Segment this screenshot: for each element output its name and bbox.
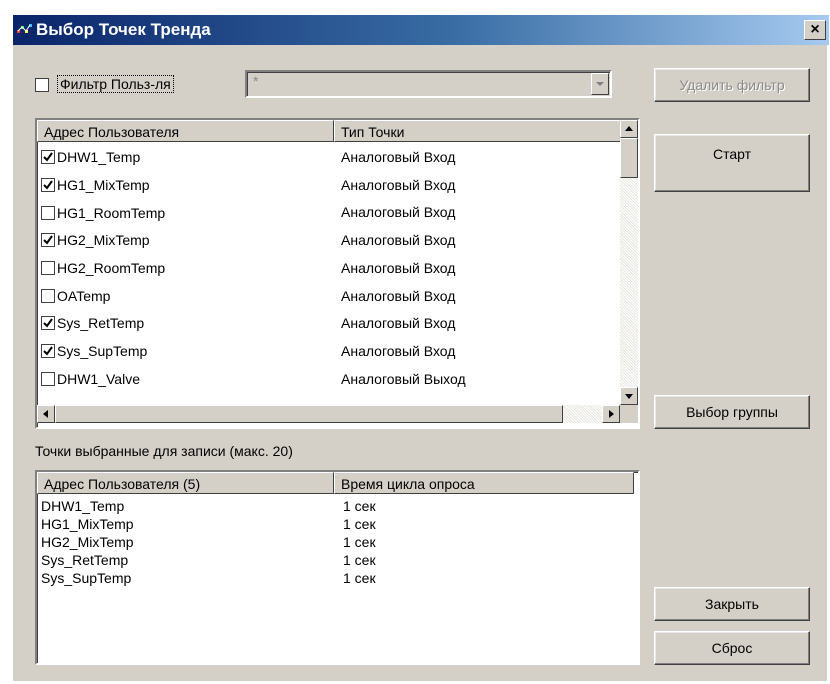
point-type: Аналоговый Вход bbox=[341, 315, 456, 332]
point-type: Аналоговый Вход bbox=[341, 259, 456, 276]
point-name: DHW1_Valve bbox=[57, 370, 140, 387]
selected-point-name: HG1_MixTemp bbox=[41, 516, 134, 532]
scroll-down-icon[interactable] bbox=[620, 387, 638, 405]
point-name-cell: HG2_MixTemp bbox=[41, 231, 150, 248]
point-checkbox[interactable] bbox=[41, 177, 55, 192]
window-title: Выбор Точек Тренда bbox=[36, 20, 211, 39]
list-item[interactable]: HG2_RoomTemp Аналоговый Вход bbox=[37, 255, 607, 281]
column-header-address[interactable]: Адрес Пользователя bbox=[37, 120, 334, 142]
point-name-cell: Sys_RetTemp bbox=[41, 314, 144, 331]
column-header-poll-cycle[interactable]: Время цикла опроса bbox=[334, 472, 634, 494]
point-name: HG2_MixTemp bbox=[57, 232, 150, 249]
title-bar: Выбор Точек Тренда × bbox=[13, 15, 829, 45]
points-list-viewport: Адрес Пользователя Тип Точки DHW1_Temp Ан… bbox=[37, 120, 620, 405]
chevron-down-icon[interactable] bbox=[591, 73, 609, 95]
point-type: Аналоговый Вход bbox=[341, 149, 456, 165]
point-name-cell: OATemp bbox=[41, 287, 110, 304]
filter-checkbox[interactable] bbox=[35, 78, 49, 92]
point-name-cell: HG1_RoomTemp bbox=[41, 203, 166, 221]
selected-points-caption: Точки выбранные для записи (макс. 20) bbox=[35, 443, 293, 459]
point-type: Аналоговый Вход bbox=[341, 232, 456, 249]
scrollbar-corner bbox=[620, 405, 638, 423]
selected-point-cycle: 1 сек bbox=[343, 516, 376, 532]
filter-value: * bbox=[253, 73, 259, 89]
point-type: Аналоговый Вход bbox=[341, 342, 456, 359]
point-checkbox[interactable] bbox=[41, 150, 55, 165]
point-name-cell: DHW1_Valve bbox=[41, 370, 140, 387]
table-row[interactable]: DHW1_Temp 1 сек bbox=[41, 498, 376, 514]
trend-points-dialog: Выбор Точек Тренда × Фильтр Польз-ля * У… bbox=[12, 14, 829, 682]
filter-combobox[interactable]: * bbox=[245, 70, 612, 98]
selected-point-name: Sys_SupTemp bbox=[41, 570, 132, 586]
close-button[interactable]: Закрыть bbox=[654, 587, 810, 621]
table-row[interactable]: HG2_MixTemp 1 сек bbox=[41, 534, 376, 550]
point-name: HG1_MixTemp bbox=[57, 176, 150, 193]
points-list[interactable]: Адрес Пользователя Тип Точки DHW1_Temp Ан… bbox=[35, 118, 640, 429]
point-type: Аналоговый Вход bbox=[341, 204, 456, 221]
selected-point-cycle: 1 сек bbox=[343, 552, 376, 568]
point-type: Аналоговый Вход bbox=[341, 287, 456, 304]
scroll-right-icon[interactable] bbox=[602, 405, 620, 423]
group-select-button[interactable]: Выбор группы bbox=[654, 395, 810, 429]
list-item[interactable]: OATemp Аналоговый Вход bbox=[37, 283, 607, 309]
point-checkbox[interactable] bbox=[41, 344, 55, 359]
start-button-label: Старт bbox=[712, 146, 752, 162]
reset-button[interactable]: Сброс bbox=[654, 631, 810, 665]
point-name: Sys_RetTemp bbox=[57, 315, 145, 332]
point-checkbox[interactable] bbox=[41, 233, 55, 248]
point-name-cell: Sys_SupTemp bbox=[41, 342, 147, 359]
list-item[interactable]: DHW1_Valve Аналоговый Выход bbox=[37, 366, 607, 392]
list-item[interactable]: HG1_RoomTemp Аналоговый Вход bbox=[37, 199, 607, 225]
selected-point-name: Sys_RetTemp bbox=[41, 552, 129, 568]
group-select-label: Выбор группы bbox=[686, 404, 778, 420]
point-checkbox[interactable] bbox=[41, 371, 55, 386]
list-item[interactable]: HG2_MixTemp Аналоговый Вход bbox=[37, 227, 607, 253]
vertical-scroll-thumb[interactable] bbox=[620, 138, 638, 178]
point-name: HG2_RoomTemp bbox=[57, 260, 166, 277]
point-name: OATemp bbox=[57, 287, 111, 304]
table-row[interactable]: Sys_RetTemp 1 сек bbox=[41, 552, 376, 568]
point-name-cell: HG2_RoomTemp bbox=[41, 259, 165, 276]
selected-point-name: DHW1_Temp bbox=[41, 498, 125, 514]
point-name-cell: DHW1_Temp bbox=[41, 148, 140, 165]
point-name: HG1_RoomTemp bbox=[57, 204, 166, 221]
horizontal-scroll-thumb[interactable] bbox=[55, 405, 563, 423]
list-item[interactable]: DHW1_Temp Аналоговый Вход bbox=[37, 144, 607, 170]
point-checkbox[interactable] bbox=[41, 205, 55, 220]
table-row[interactable]: HG1_MixTemp 1 сек bbox=[41, 516, 376, 532]
scroll-up-icon[interactable] bbox=[620, 120, 638, 138]
close-icon[interactable]: × bbox=[804, 20, 826, 40]
scroll-left-icon[interactable] bbox=[37, 405, 55, 423]
app-icon bbox=[17, 22, 33, 38]
selected-point-cycle: 1 сек bbox=[343, 498, 376, 514]
list-item[interactable]: HG1_MixTemp Аналоговый Вход bbox=[37, 172, 607, 198]
selected-point-name: HG2_MixTemp bbox=[41, 534, 134, 550]
column-header-type[interactable]: Тип Точки bbox=[334, 120, 620, 142]
point-checkbox[interactable] bbox=[41, 261, 55, 276]
start-button[interactable]: Старт bbox=[654, 134, 810, 192]
list-item[interactable]: Sys_RetTemp Аналоговый Вход bbox=[37, 310, 607, 336]
list-item[interactable]: Sys_SupTemp Аналоговый Вход bbox=[37, 338, 607, 364]
point-type: Аналоговый Вход bbox=[341, 176, 456, 193]
selected-point-cycle: 1 сек bbox=[343, 570, 376, 586]
point-checkbox[interactable] bbox=[41, 316, 55, 331]
selected-point-cycle: 1 сек bbox=[343, 534, 376, 550]
reset-button-label: Сброс bbox=[711, 640, 753, 656]
point-name: Sys_SupTemp bbox=[57, 343, 148, 360]
close-button-label: Закрыть bbox=[705, 596, 759, 612]
table-row[interactable]: Sys_SupTemp 1 сек bbox=[41, 570, 376, 586]
filter-checkbox-label[interactable]: Фильтр Польз-ля bbox=[57, 75, 174, 93]
point-checkbox[interactable] bbox=[41, 288, 55, 303]
point-type: Аналоговый Выход bbox=[341, 370, 466, 387]
delete-filter-label: Удалить фильтр bbox=[679, 77, 785, 93]
point-name: DHW1_Temp bbox=[57, 149, 141, 166]
delete-filter-button[interactable]: Удалить фильтр bbox=[654, 68, 810, 102]
point-name-cell: HG1_MixTemp bbox=[41, 176, 150, 193]
selected-points-list[interactable]: Адрес Пользователя (5) Время цикла опрос… bbox=[35, 470, 640, 665]
column-header-selected-address[interactable]: Адрес Пользователя (5) bbox=[37, 472, 334, 494]
